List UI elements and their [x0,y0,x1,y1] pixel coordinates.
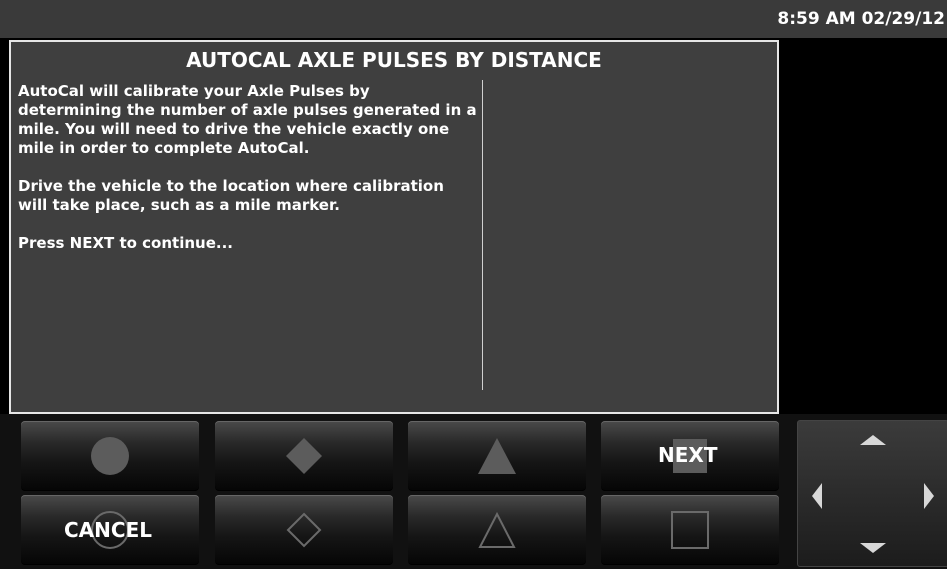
down-arrow-icon[interactable] [858,541,888,555]
square-outline-icon [671,511,709,549]
page-title: AUTOCAL AXLE PULSES BY DISTANCE [186,48,602,72]
instructions: AutoCal will calibrate your Axle Pulses … [18,82,478,272]
next-button[interactable]: NEXT [601,421,779,491]
left-arrow-icon[interactable] [810,481,824,511]
direction-pad[interactable] [797,420,947,567]
instruction-paragraph: Press NEXT to continue... [18,234,233,252]
softkey-circle[interactable] [21,421,199,491]
right-arrow-icon[interactable] [922,481,936,511]
cancel-label: CANCEL [64,518,152,542]
autocal-panel: AUTOCAL AXLE PULSES BY DISTANCE AutoCal … [9,40,779,414]
circle-filled-icon [91,437,129,475]
cancel-button[interactable]: CANCEL [21,495,199,565]
softkey-triangle[interactable] [408,421,586,491]
softkey-triangle-outline[interactable] [408,495,586,565]
column-divider [482,80,483,390]
up-arrow-icon[interactable] [858,433,888,447]
clock: 8:59 AM 02/29/12 [777,9,945,29]
triangle-filled-icon [478,438,516,474]
softkey-diamond-outline[interactable] [215,495,393,565]
next-label: NEXT [658,443,718,467]
diamond-filled-icon [286,438,322,474]
instruction-paragraph: AutoCal will calibrate your Axle Pulses … [18,82,477,157]
diamond-outline-icon [286,512,322,548]
side-area [780,38,947,414]
softkey-square-outline[interactable] [601,495,779,565]
status-bar: 8:59 AM 02/29/12 [0,0,947,38]
instruction-paragraph: Drive the vehicle to the location where … [18,177,444,214]
triangle-outline-icon [478,511,516,548]
softkey-diamond[interactable] [215,421,393,491]
